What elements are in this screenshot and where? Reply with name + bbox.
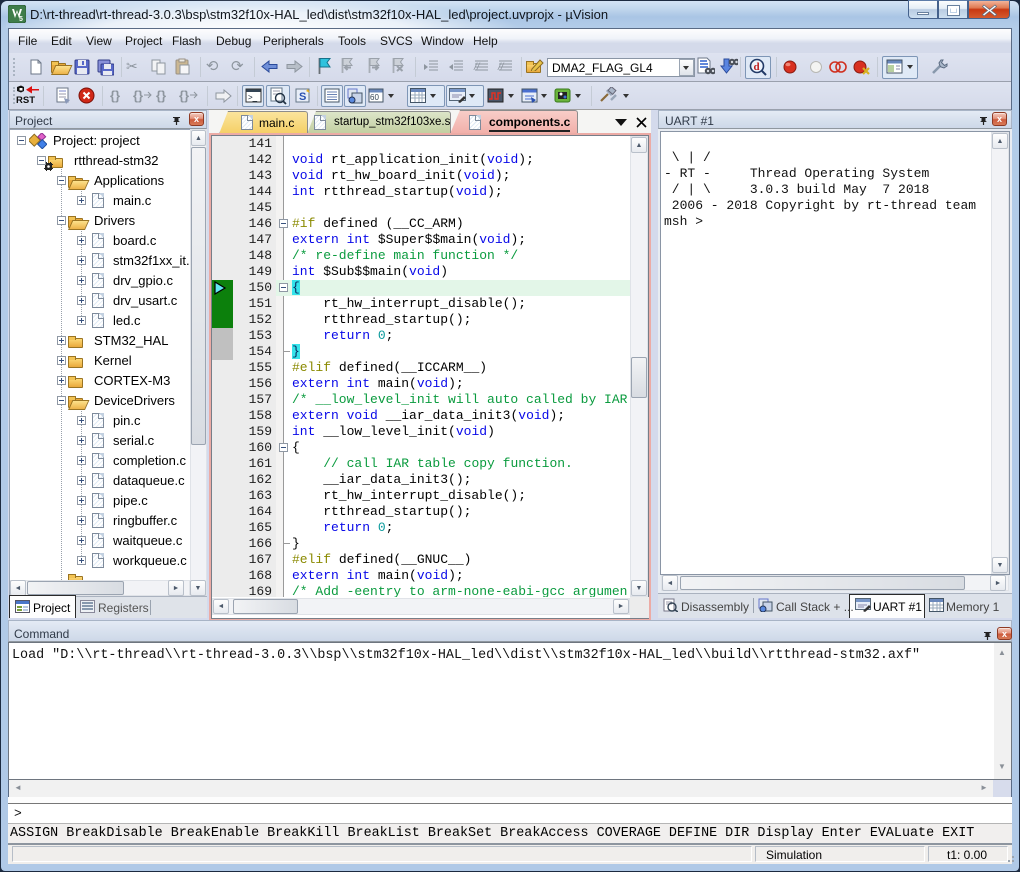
svg-text:5: 5 <box>19 16 23 23</box>
svg-text:60: 60 <box>370 93 379 102</box>
svg-text:d: d <box>754 61 760 73</box>
svg-text:>_: >_ <box>248 93 258 102</box>
svg-text:S: S <box>299 91 306 103</box>
svg-text:RST: RST <box>16 95 35 106</box>
